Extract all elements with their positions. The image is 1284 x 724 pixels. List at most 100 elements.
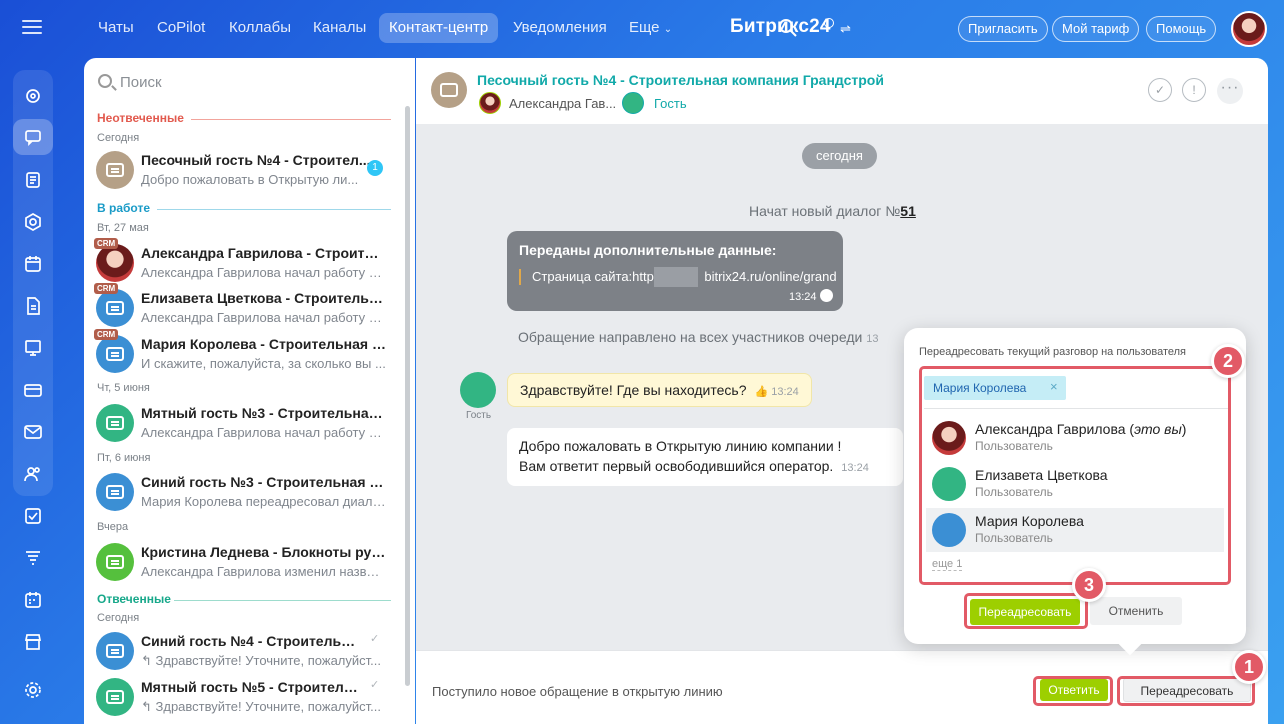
checkbox-icon[interactable] — [13, 498, 53, 534]
crm-badge: CRM — [94, 283, 119, 294]
message-bubble: Здравствуйте! Где вы находитесь? 👍 13:24 — [507, 373, 812, 407]
more-icon[interactable]: ··· — [1217, 78, 1243, 104]
check-icon[interactable]: ✓ — [1148, 78, 1172, 102]
contacts-icon[interactable] — [13, 456, 53, 492]
chat-preview: ↰ Здравствуйте! Уточните, пожалуйст... — [141, 699, 381, 714]
scrollbar[interactable] — [405, 106, 410, 686]
chat-item[interactable]: CRM Елизавета Цветкова - Строительн... А… — [84, 283, 400, 331]
guest-name[interactable]: Гость — [654, 96, 687, 111]
user-option[interactable]: Александра Гаврилова (это вы) Пользовате… — [926, 416, 1224, 460]
divider — [924, 408, 1228, 409]
feed-icon[interactable] — [13, 78, 53, 114]
selected-user-tag[interactable]: Мария Королева × — [924, 376, 1066, 400]
chat-avatar — [431, 72, 467, 108]
nav-channels[interactable]: Каналы — [303, 13, 376, 43]
clock-icon — [824, 18, 834, 28]
popup-cancel-button[interactable]: Отменить — [1090, 597, 1182, 625]
message-time: 👍 13:24 — [754, 386, 799, 398]
user-option[interactable]: Мария Королева Пользователь — [926, 508, 1224, 552]
section-in-work: В работе — [97, 201, 150, 215]
card-icon[interactable] — [13, 372, 53, 408]
nav-chats[interactable]: Чаты — [88, 13, 144, 43]
chat-avatar — [96, 678, 134, 716]
store-icon[interactable] — [13, 624, 53, 660]
settings-icon[interactable] — [13, 672, 53, 708]
lock-icon — [820, 289, 833, 302]
menu-icon[interactable] — [22, 20, 42, 36]
redaction-mask — [654, 267, 698, 287]
user-avatar[interactable] — [1231, 11, 1267, 47]
chat-preview: Александра Гаврилова начал работу с ... — [141, 310, 386, 325]
chat-item[interactable]: CRM Александра Гаврилова - Строител... А… — [84, 238, 400, 286]
chat-item[interactable]: Песочный гость №4 - Строител... Добро по… — [84, 147, 400, 193]
user-role: Пользователь — [975, 531, 1053, 545]
chat-preview: Добро пожаловать в Открытую ли... — [141, 172, 359, 187]
chat-avatar — [96, 473, 134, 511]
nav-contact-center[interactable]: Контакт-центр — [379, 13, 499, 43]
chat-preview: Александра Гаврилова начал работу с ... — [141, 425, 386, 440]
help-button[interactable]: Помощь — [1146, 16, 1217, 42]
chat-item[interactable]: Синий гость №3 - Строительная к... Мария… — [84, 469, 400, 515]
message-time: 13:24 — [789, 291, 817, 303]
nav-notifications[interactable]: Уведомления — [503, 13, 617, 43]
chat-title[interactable]: Песочный гость №4 - Строительная компани… — [477, 72, 884, 88]
show-more-link[interactable]: еще 1 — [932, 558, 963, 571]
funnel-icon[interactable] — [13, 540, 53, 576]
user-avatar — [932, 421, 966, 455]
nav-copilot[interactable]: CoPilot — [147, 13, 215, 43]
chat-title: Песочный гость №4 - Строител... — [141, 152, 371, 168]
chat-preview: Мария Королева переадресовал диало... — [141, 494, 386, 509]
chat-avatar — [96, 404, 134, 442]
message-text: Вам ответит первый освободившийся операт… — [519, 458, 834, 474]
chat-list-panel: Неотвеченные Сегодня Песочный гость №4 -… — [84, 58, 415, 724]
search-input[interactable] — [120, 70, 390, 94]
date-separator: сегодня — [802, 143, 877, 169]
warning-icon[interactable]: ! — [1182, 78, 1206, 102]
dialog-number-link[interactable]: 51 — [900, 203, 916, 219]
hexagon-icon[interactable] — [13, 204, 53, 240]
chat-item[interactable]: Кристина Леднева - Блокноты руч... Алекс… — [84, 539, 400, 585]
operator-name: Александра Гав... — [509, 96, 617, 111]
chat-footer: Поступило новое обращение в открытую лин… — [416, 650, 1268, 724]
message-time: 13:24 — [841, 462, 869, 474]
new-dialog-text: Начат новый диалог № — [749, 203, 901, 219]
my-plan-button[interactable]: Мой тариф — [1052, 16, 1140, 42]
forward-button[interactable]: Переадресовать — [1123, 678, 1251, 702]
queue-text: Обращение направлено на всех участников … — [518, 329, 863, 345]
chat-item[interactable]: Синий гость №4 - Строительна... ↰ Здравс… — [84, 628, 400, 674]
board-icon[interactable] — [13, 330, 53, 366]
mail-icon[interactable] — [13, 414, 53, 450]
remove-tag-icon[interactable]: × — [1050, 379, 1058, 394]
chat-item[interactable]: CRM Мария Королева - Строительная к... И… — [84, 329, 400, 377]
day-label: Пт, 6 июня — [97, 452, 151, 464]
day-label: Вчера — [97, 521, 129, 533]
document-icon[interactable] — [13, 288, 53, 324]
url-part: bitrix24.ru/online/grand — [704, 269, 837, 284]
chat-title: Синий гость №4 - Строительна... — [141, 633, 361, 649]
nav-collabs[interactable]: Коллабы — [219, 13, 301, 43]
new-dialog-notice: Начат новый диалог №51 — [749, 203, 916, 219]
time-value: 13:24 — [771, 386, 799, 398]
chat-preview: ↰ Здравствуйте! Уточните, пожалуйст... — [141, 653, 381, 668]
user-name: Александра Гаврилова (это вы) — [975, 421, 1187, 437]
message-text: Здравствуйте! Где вы находитесь? — [520, 382, 747, 398]
invite-button[interactable]: Пригласить — [958, 16, 1048, 42]
brand-logo[interactable]: Битрикс24 — [730, 16, 831, 38]
user-option[interactable]: Елизавета Цветкова Пользователь — [926, 462, 1224, 506]
chat-item[interactable]: Мятный гость №3 - Строительная ... Алекс… — [84, 400, 400, 446]
calendar-icon[interactable] — [13, 246, 53, 282]
nav-more[interactable]: Еще ⌄ — [619, 13, 682, 43]
chat-avatar — [96, 151, 134, 189]
settings-toggle-icon[interactable]: ⇌ — [840, 21, 851, 37]
divider — [174, 600, 391, 601]
nav-more-label: Еще — [629, 19, 660, 36]
chat-item[interactable]: Мятный гость №5 - Строитель... ↰ Здравст… — [84, 674, 400, 720]
answer-button[interactable]: Ответить — [1040, 679, 1108, 701]
tasks-icon[interactable] — [13, 162, 53, 198]
popup-forward-button[interactable]: Переадресовать — [970, 599, 1080, 625]
day-label: Сегодня — [97, 132, 140, 144]
chat-bubble-icon — [106, 163, 124, 177]
schedule-icon[interactable] — [13, 582, 53, 618]
crm-badge: CRM — [94, 238, 119, 249]
chat-icon[interactable] — [13, 119, 53, 155]
